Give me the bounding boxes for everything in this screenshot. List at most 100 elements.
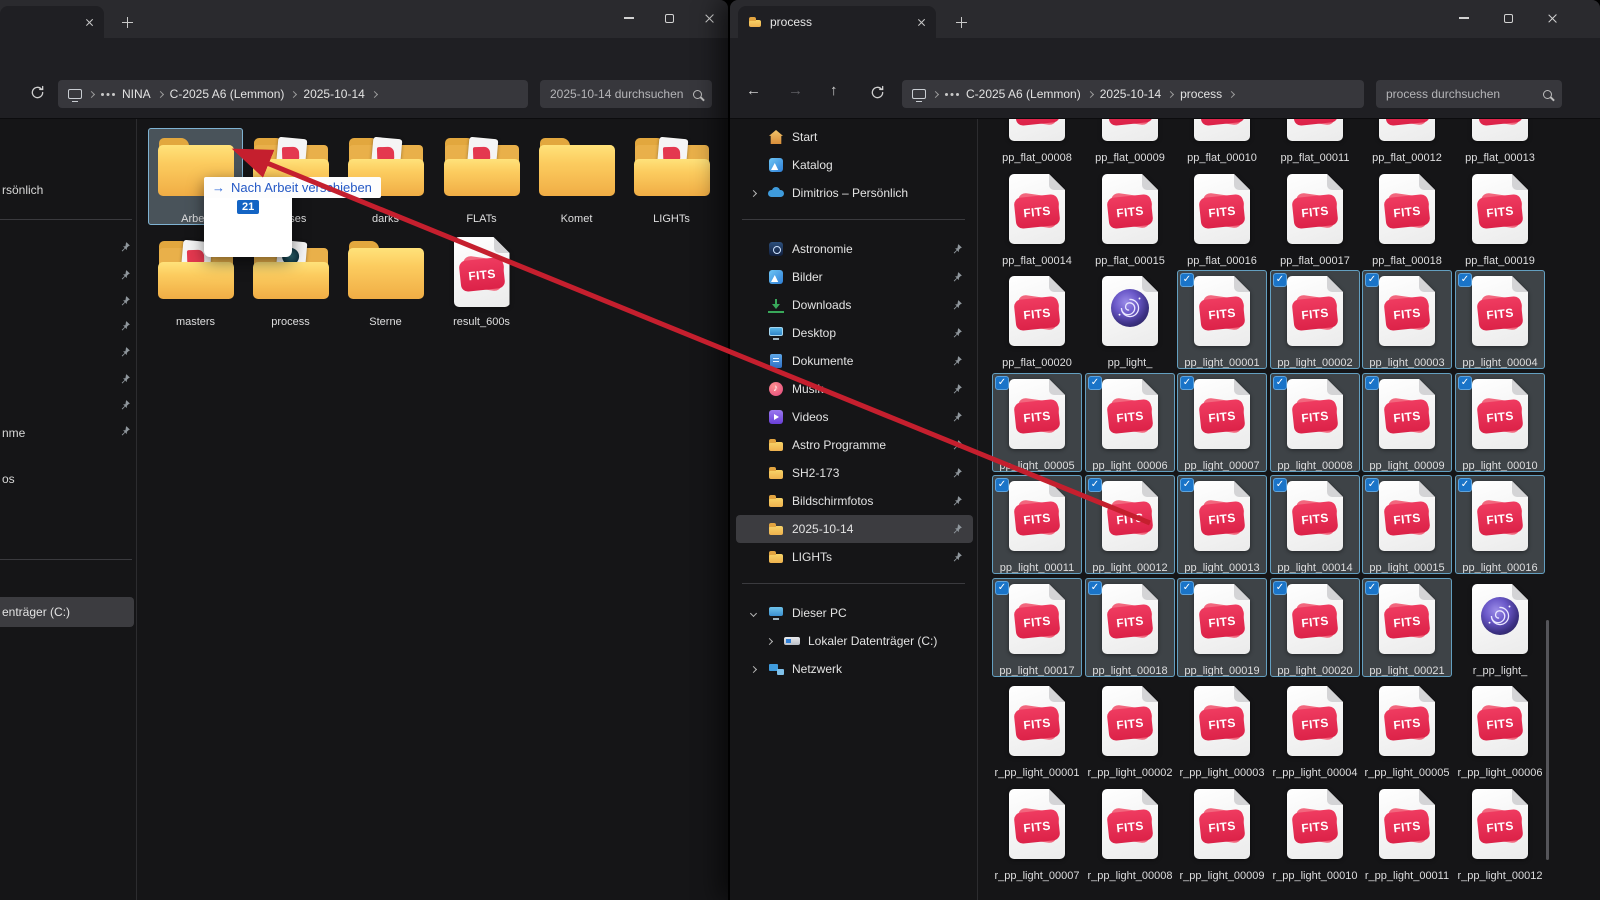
file-tile[interactable]: FITSpp_light_00018✓ (1085, 578, 1175, 677)
back-icon[interactable]: ← (746, 82, 761, 99)
checkbox-checked-icon[interactable]: ✓ (1365, 581, 1379, 595)
file-tile[interactable]: FITSpp_light_00008✓ (1270, 373, 1360, 472)
tab-active[interactable]: process (738, 6, 936, 38)
file-tile[interactable]: FITSr_pp_light_00001 (992, 680, 1082, 779)
breadcrumb-overflow-icon[interactable] (101, 93, 115, 96)
file-tile[interactable]: FITSr_pp_light_00003 (1177, 680, 1267, 779)
file-tile[interactable]: FITSpp_light_00021✓ (1362, 578, 1452, 677)
checkbox-checked-icon[interactable]: ✓ (995, 376, 1009, 390)
checkbox-checked-icon[interactable]: ✓ (1273, 273, 1287, 287)
file-tile[interactable]: FITSpp_light_00004✓ (1455, 270, 1545, 369)
sidebar-item-fragment[interactable]: os (2, 472, 15, 486)
scrollbar[interactable] (1546, 620, 1549, 860)
checkbox-checked-icon[interactable]: ✓ (1088, 376, 1102, 390)
file-tile[interactable]: FITSpp_light_00013✓ (1177, 475, 1267, 574)
file-tile[interactable]: FITSr_pp_light_00006 (1455, 680, 1545, 779)
checkbox-checked-icon[interactable]: ✓ (1365, 478, 1379, 492)
checkbox-checked-icon[interactable]: ✓ (1180, 581, 1194, 595)
file-tile[interactable]: FITSpp_flat_00014 (992, 168, 1082, 267)
checkbox-checked-icon[interactable]: ✓ (1180, 478, 1194, 492)
minimize-button[interactable] (610, 2, 648, 34)
file-tile[interactable]: FITSpp_flat_00019 (1455, 168, 1545, 267)
file-tile[interactable]: FITSpp_light_00001✓ (1177, 270, 1267, 369)
file-tile[interactable]: FITSpp_flat_00012 (1362, 119, 1452, 164)
checkbox-checked-icon[interactable]: ✓ (1180, 273, 1194, 287)
file-tile[interactable]: FITSpp_light_00014✓ (1270, 475, 1360, 574)
refresh-icon[interactable] (30, 85, 45, 100)
file-tile[interactable]: FITSpp_light_00002✓ (1270, 270, 1360, 369)
file-tile[interactable]: FITSr_pp_light_00009 (1177, 783, 1267, 882)
checkbox-checked-icon[interactable]: ✓ (1458, 478, 1472, 492)
file-tile[interactable]: FITSr_pp_light_00010 (1270, 783, 1360, 882)
checkbox-checked-icon[interactable]: ✓ (995, 478, 1009, 492)
file-tile[interactable]: FITSpp_light_00003✓ (1362, 270, 1452, 369)
file-tile[interactable]: FLATs (434, 128, 529, 225)
maximize-button[interactable] (650, 2, 688, 34)
checkbox-checked-icon[interactable]: ✓ (1458, 376, 1472, 390)
checkbox-checked-icon[interactable]: ✓ (1273, 376, 1287, 390)
breadcrumb-segment[interactable]: C-2025 A6 (Lemmon) (170, 87, 285, 101)
file-tile[interactable]: FITSr_pp_light_00002 (1085, 680, 1175, 779)
checkbox-checked-icon[interactable]: ✓ (1458, 273, 1472, 287)
file-tile[interactable]: pp_light_ (1085, 270, 1175, 369)
file-tile[interactable]: LIGHTs (624, 128, 719, 225)
file-tile[interactable]: FITSr_pp_light_00008 (1085, 783, 1175, 882)
breadcrumb-segment[interactable]: C-2025 A6 (Lemmon) (966, 87, 1081, 101)
breadcrumb-segment[interactable]: 2025-10-14 (1100, 87, 1161, 101)
sidebar-item-fragment[interactable]: nme (2, 426, 25, 440)
refresh-icon[interactable] (870, 85, 885, 100)
file-tile[interactable]: FITSpp_flat_00011 (1270, 119, 1360, 164)
checkbox-checked-icon[interactable]: ✓ (1365, 273, 1379, 287)
file-tile[interactable]: r_pp_light_ (1455, 578, 1545, 677)
forward-icon[interactable]: → (788, 82, 803, 99)
file-tile[interactable]: FITSr_pp_light_00004 (1270, 680, 1360, 779)
file-tile[interactable]: FITSresult_600s (434, 231, 529, 328)
checkbox-checked-icon[interactable]: ✓ (1088, 478, 1102, 492)
tab-close-icon[interactable] (85, 18, 94, 27)
checkbox-checked-icon[interactable]: ✓ (1180, 376, 1194, 390)
breadcrumb[interactable]: NINAC-2025 A6 (Lemmon)2025-10-14 (58, 80, 528, 108)
file-tile[interactable]: FITSpp_light_00012✓ (1085, 475, 1175, 574)
file-tile[interactable]: FITSpp_light_00016✓ (1455, 475, 1545, 574)
file-tile[interactable]: FITSpp_flat_00010 (1177, 119, 1267, 164)
file-tile[interactable]: FITSpp_flat_00015 (1085, 168, 1175, 267)
breadcrumb[interactable]: C-2025 A6 (Lemmon) 2025-10-14 process (902, 80, 1364, 108)
sidebar-item-fragment[interactable]: rsönlich (2, 183, 43, 197)
sidebar-item-local-disk[interactable]: enträger (C:) (0, 597, 134, 627)
file-tile[interactable]: FITSpp_flat_00017 (1270, 168, 1360, 267)
new-tab-button[interactable] (108, 6, 146, 38)
tab-close-icon[interactable] (917, 18, 926, 27)
minimize-button[interactable] (1445, 2, 1483, 34)
file-tile[interactable]: FITSpp_light_00017✓ (992, 578, 1082, 677)
file-tile[interactable]: FITSpp_light_00020✓ (1270, 578, 1360, 677)
file-tile[interactable]: FITSpp_flat_00009 (1085, 119, 1175, 164)
file-tile[interactable]: FITSpp_light_00019✓ (1177, 578, 1267, 677)
new-tab-button[interactable] (942, 6, 980, 38)
file-tile[interactable]: FITSpp_flat_00013 (1455, 119, 1545, 164)
file-tile[interactable]: FITSpp_light_00007✓ (1177, 373, 1267, 472)
file-tile[interactable]: FITSr_pp_light_00012 (1455, 783, 1545, 882)
search-input[interactable]: process durchsuchen (1376, 80, 1562, 108)
file-tile[interactable]: Komet (529, 128, 624, 225)
file-tile[interactable]: FITSpp_light_00010✓ (1455, 373, 1545, 472)
file-tile[interactable]: Sterne (338, 231, 433, 328)
file-tile[interactable]: FITSpp_light_00015✓ (1362, 475, 1452, 574)
checkbox-checked-icon[interactable]: ✓ (1273, 478, 1287, 492)
file-tile[interactable]: FITSpp_flat_00020 (992, 270, 1082, 369)
checkbox-checked-icon[interactable]: ✓ (1365, 376, 1379, 390)
breadcrumb-segment[interactable]: NINA (122, 87, 151, 101)
up-icon[interactable]: ↑ (830, 82, 838, 99)
file-tile[interactable]: FITSpp_flat_00018 (1362, 168, 1452, 267)
file-tile[interactable]: FITSpp_flat_00008 (992, 119, 1082, 164)
file-tile[interactable]: FITSpp_light_00005✓ (992, 373, 1082, 472)
checkbox-checked-icon[interactable]: ✓ (995, 581, 1009, 595)
tab-active[interactable] (0, 6, 104, 38)
search-input[interactable]: 2025-10-14 durchsuchen (540, 80, 712, 108)
close-button[interactable] (690, 2, 728, 34)
file-tile[interactable]: FITSpp_light_00011✓ (992, 475, 1082, 574)
checkbox-checked-icon[interactable]: ✓ (1273, 581, 1287, 595)
file-tile[interactable]: FITSr_pp_light_00005 (1362, 680, 1452, 779)
close-button[interactable] (1533, 2, 1571, 34)
checkbox-checked-icon[interactable]: ✓ (1088, 581, 1102, 595)
breadcrumb-segment[interactable]: process (1180, 87, 1222, 101)
